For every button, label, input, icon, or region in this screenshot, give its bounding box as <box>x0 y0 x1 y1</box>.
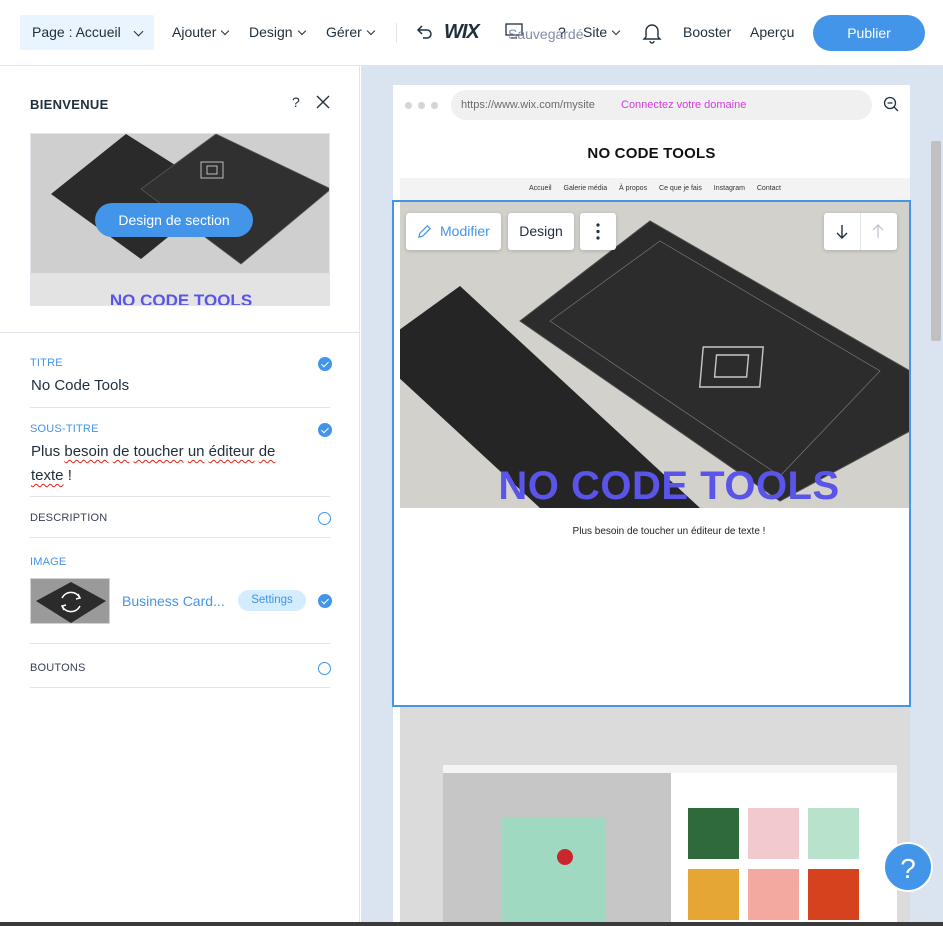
publish-button[interactable]: Publier <box>813 15 925 51</box>
pencil-icon <box>418 225 431 238</box>
gallery-preview-image <box>400 707 910 922</box>
row-divider <box>30 537 330 538</box>
undo-icon[interactable] <box>414 22 434 42</box>
panel-help-icon[interactable]: ? <box>292 94 300 110</box>
move-up-arrow-icon <box>861 213 897 250</box>
description-field-label: DESCRIPTION <box>30 512 108 524</box>
image-settings-button[interactable]: Settings <box>238 590 306 611</box>
subtitle-field-value[interactable]: Plus besoin de toucher un éditeur de tex… <box>31 440 311 488</box>
row-divider <box>30 407 330 408</box>
subtitle-word: texte <box>31 467 64 484</box>
subtitle-word: de <box>258 443 276 460</box>
subtitle-word: éditeur <box>208 443 255 460</box>
booster-link[interactable]: Booster <box>683 24 731 40</box>
subtitle-enabled-check-icon[interactable] <box>318 423 332 437</box>
replace-image-icon <box>31 579 109 623</box>
description-toggle-circle-icon[interactable] <box>318 512 331 525</box>
window-dot <box>418 102 425 109</box>
row-divider <box>30 687 330 688</box>
menu-gerer-label: Gérer <box>326 24 362 40</box>
title-enabled-check-icon[interactable] <box>318 357 332 371</box>
subtitle-word: ! <box>67 467 72 484</box>
subtitle-word: de <box>112 443 130 460</box>
site-nav-item[interactable]: Accueil <box>529 185 552 192</box>
subtitle-field-label: SOUS-TITRE <box>30 423 99 435</box>
subtitle-word: besoin <box>64 443 109 460</box>
chevron-down-icon <box>221 26 230 36</box>
bell-icon[interactable] <box>642 22 662 44</box>
saved-status: Sauvegardé <box>508 26 584 42</box>
preview-title: NO CODE TOOLS <box>109 291 253 306</box>
help-button[interactable]: ? <box>558 24 566 40</box>
window-dot <box>431 102 438 109</box>
menu-design-label: Design <box>249 24 293 40</box>
more-vertical-icon <box>596 223 600 240</box>
menu-site-label: Site <box>583 24 608 40</box>
site-nav-item[interactable]: Contact <box>757 185 781 192</box>
title-field-label: TITRE <box>30 357 63 369</box>
subtitle-word: un <box>187 443 205 460</box>
subtitle-word: toucher <box>133 443 184 460</box>
window-dot <box>405 102 412 109</box>
page-selector-label: Page : Accueil <box>32 24 121 40</box>
buttons-toggle-circle-icon[interactable] <box>318 662 331 675</box>
chevron-down-icon <box>366 26 376 36</box>
panel-title: BIENVENUE <box>30 97 109 112</box>
site-header-name[interactable]: NO CODE TOOLS <box>393 145 910 162</box>
page-selector[interactable]: Page : Accueil <box>20 15 154 50</box>
editor-topbar: Page : Accueil Ajouter Design Gérer WIX … <box>0 0 943 66</box>
chevron-down-icon <box>297 26 306 36</box>
hero-title[interactable]: NO CODE TOOLS <box>393 464 943 509</box>
menu-gerer[interactable]: Gérer <box>326 24 376 40</box>
toolbar-divider <box>396 23 397 43</box>
site-nav-item[interactable]: À propos <box>619 185 647 192</box>
site-url: https://www.wix.com/mysite <box>461 99 595 111</box>
section-settings-panel: BIENVENUE ? NO CODE TOOLS Design de sect… <box>0 66 360 922</box>
more-actions-button[interactable] <box>580 213 616 250</box>
design-section-button[interactable]: Design <box>508 213 574 250</box>
site-nav-item[interactable]: Ce que je fais <box>659 185 702 192</box>
zoom-out-icon[interactable] <box>883 96 899 112</box>
browser-bar: https://www.wix.com/mysite Connectez vot… <box>393 85 910 125</box>
bottom-strip <box>0 922 943 926</box>
site-nav-item[interactable]: Galerie média <box>564 185 608 192</box>
chevron-down-icon <box>133 26 144 37</box>
menu-ajouter[interactable]: Ajouter <box>172 24 230 40</box>
chevron-down-icon <box>611 26 621 36</box>
image-file-name[interactable]: Business Card... <box>122 593 225 609</box>
menu-ajouter-label: Ajouter <box>172 24 217 40</box>
connect-domain-link[interactable]: Connectez votre domaine <box>621 99 746 111</box>
help-fab-button[interactable]: ? <box>883 842 933 892</box>
image-enabled-check-icon[interactable] <box>318 594 332 608</box>
menu-design[interactable]: Design <box>249 24 306 40</box>
row-divider <box>30 496 330 497</box>
preview-link[interactable]: Aperçu <box>750 24 794 40</box>
url-bar: https://www.wix.com/mysite Connectez vot… <box>451 90 872 120</box>
title-field-value[interactable]: No Code Tools <box>31 374 129 398</box>
move-down-arrow-icon[interactable] <box>824 213 860 250</box>
image-field-label: IMAGE <box>30 556 67 568</box>
edit-section-label: Modifier <box>440 223 490 239</box>
hero-subtitle[interactable]: Plus besoin de toucher un éditeur de tex… <box>393 526 943 537</box>
close-icon[interactable] <box>315 94 331 110</box>
image-thumbnail[interactable] <box>30 578 110 624</box>
buttons-field-label: BOUTONS <box>30 662 86 674</box>
section-design-button[interactable]: Design de section <box>95 203 253 237</box>
site-nav-item[interactable]: Instagram <box>714 185 745 192</box>
next-section-preview[interactable] <box>400 707 910 922</box>
site-nav-menu: Accueil Galerie média À propos Ce que je… <box>400 178 910 200</box>
subtitle-word: Plus <box>31 443 61 460</box>
menu-site[interactable]: Site <box>583 24 621 40</box>
panel-divider <box>0 332 360 333</box>
row-divider <box>30 643 330 644</box>
edit-section-button[interactable]: Modifier <box>406 213 501 250</box>
wix-logo: WIX <box>444 21 480 43</box>
scrollbar-thumb[interactable] <box>931 141 941 341</box>
